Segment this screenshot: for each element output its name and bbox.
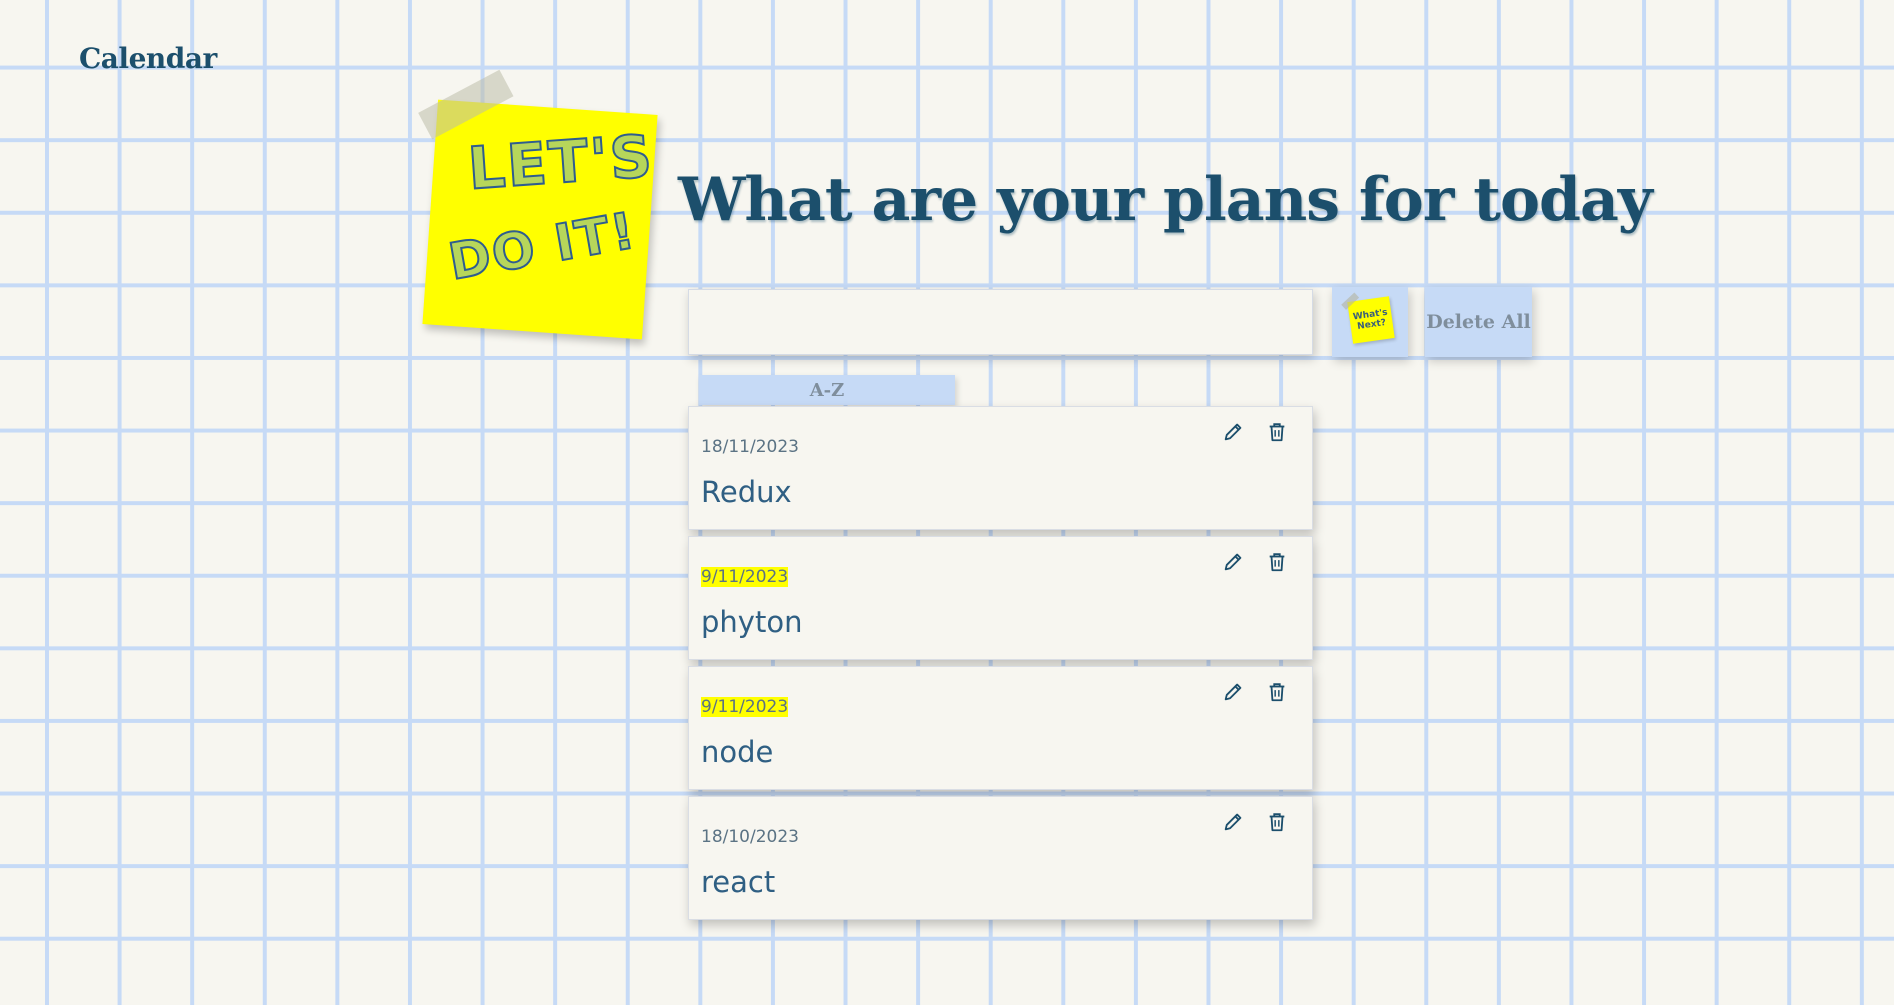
mini-tape-decoration — [1341, 292, 1360, 310]
trash-icon[interactable] — [1264, 549, 1290, 575]
task-date: 18/11/2023 — [701, 437, 799, 457]
sticky-line-2: DO IT! — [444, 200, 642, 292]
pencil-icon[interactable] — [1220, 679, 1246, 705]
calendar-link[interactable]: Calendar — [79, 42, 217, 75]
pencil-icon[interactable] — [1220, 809, 1246, 835]
task-input[interactable] — [688, 289, 1313, 355]
trash-icon[interactable] — [1264, 809, 1290, 835]
trash-icon[interactable] — [1264, 679, 1290, 705]
task-text: phyton — [701, 605, 803, 639]
tape-decoration — [418, 69, 514, 140]
task-list: 18/11/2023 Redux 9/11/2023 phyton 9/11/2… — [688, 406, 1313, 926]
sticky-line-1: LET'S — [465, 121, 657, 204]
task-card: 9/11/2023 node — [688, 666, 1313, 790]
task-card: 18/11/2023 Redux — [688, 406, 1313, 530]
page-title: What are your plans for today — [678, 165, 1653, 235]
pencil-icon[interactable] — [1220, 549, 1246, 575]
task-text: react — [701, 865, 776, 899]
task-date: 18/10/2023 — [701, 827, 799, 847]
task-date: 9/11/2023 — [701, 567, 789, 587]
task-card: 18/10/2023 react — [688, 796, 1313, 920]
task-date: 9/11/2023 — [701, 697, 789, 717]
task-text: Redux — [701, 475, 792, 509]
task-card: 9/11/2023 phyton — [688, 536, 1313, 660]
task-text: node — [701, 735, 774, 769]
sort-az-button[interactable]: A-Z — [699, 375, 955, 405]
lets-do-it-sticky-note: LET'S DO IT! — [418, 69, 658, 340]
sticky-note-icon: What's Next? — [1341, 292, 1395, 344]
trash-icon[interactable] — [1264, 419, 1290, 445]
pencil-icon[interactable] — [1220, 419, 1246, 445]
delete-all-button[interactable]: Delete All — [1425, 287, 1532, 357]
whats-next-button[interactable]: What's Next? — [1332, 287, 1408, 357]
